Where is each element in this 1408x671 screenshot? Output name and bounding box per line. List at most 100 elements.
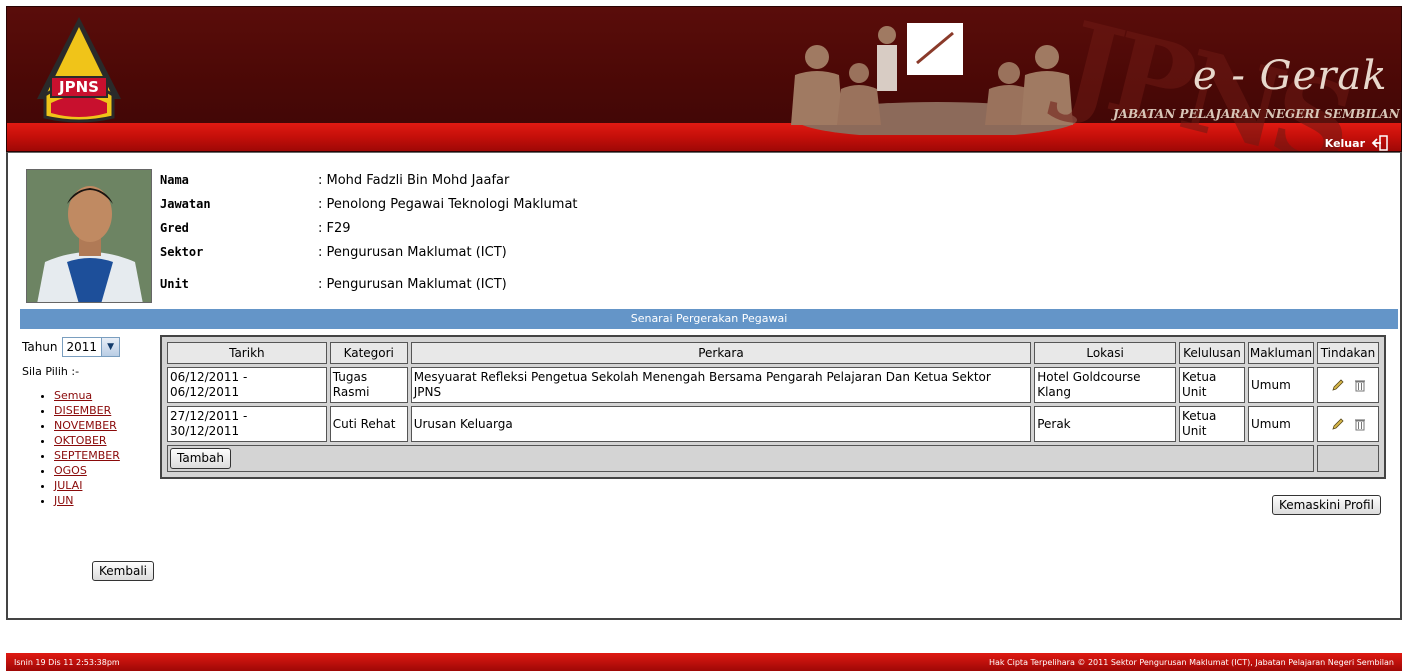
month-link-jun[interactable]: JUN <box>54 494 74 507</box>
year-select-value: 2011 <box>66 340 98 354</box>
approval-line: Unit <box>1182 385 1207 399</box>
list-item: JUN <box>54 493 162 508</box>
update-profile-button[interactable]: Kemaskini Profil <box>1272 495 1381 515</box>
profile-value: : F29 <box>318 221 351 236</box>
movement-table: Tarikh Kategori Perkara Lokasi Kelulusan… <box>160 335 1386 479</box>
logout-label: Keluar <box>1324 136 1365 150</box>
table-row: 27/12/2011 -30/12/2011 Cuti Rehat Urusan… <box>167 406 1379 442</box>
edit-icon[interactable] <box>1331 417 1345 431</box>
cell-makluman: Umum <box>1247 406 1314 442</box>
cell-perkara: Mesyuarat Refleksi Pengetua Sekolah Mene… <box>410 367 1032 403</box>
logout-icon <box>1371 135 1389 151</box>
column-header-kelulusan: Kelulusan <box>1179 342 1245 364</box>
month-list: Semua DISEMBER NOVEMBER OKTOBER SEPTEMBE… <box>22 388 162 508</box>
date-to: 30/12/2011 <box>170 424 240 438</box>
month-link-ogos[interactable]: OGOS <box>54 464 87 477</box>
cell-kelulusan: Ketua Unit <box>1179 406 1245 442</box>
cell-tarikh: 06/12/2011 -06/12/2011 <box>167 367 327 403</box>
delete-icon[interactable] <box>1353 417 1367 431</box>
row-actions <box>1320 417 1378 431</box>
profile-label: Unit <box>160 277 189 291</box>
back-button[interactable]: Kembali <box>92 561 154 581</box>
logout-button[interactable]: Keluar <box>1325 135 1389 151</box>
approval-line: Unit <box>1182 424 1207 438</box>
cell-lokasi: Hotel Goldcourse Klang <box>1034 367 1177 403</box>
chevron-down-icon[interactable]: ▼ <box>101 338 120 356</box>
location-line: Klang <box>1037 385 1071 399</box>
approval-line: Ketua <box>1182 370 1217 384</box>
profile-value: : Pengurusan Maklumat (ICT) <box>318 245 507 260</box>
matter-line: JPNS <box>413 385 442 399</box>
list-item: NOVEMBER <box>54 418 162 433</box>
main-panel: Nama : Mohd Fadzli Bin Mohd Jaafar Jawat… <box>6 152 1402 620</box>
year-select[interactable]: 2011 ▼ <box>61 337 121 357</box>
profile-label: Gred <box>160 221 189 235</box>
jpns-logo: JPNS <box>37 17 121 123</box>
delete-icon[interactable] <box>1353 378 1367 392</box>
cell-perkara: Urusan Keluarga <box>410 406 1032 442</box>
month-link-disember[interactable]: DISEMBER <box>54 404 111 417</box>
footer-datetime: Isnin 19 Dis 11 2:53:38pm <box>14 657 120 667</box>
brand-subtitle: JABATAN PELAJARAN NEGERI SEMBILAN <box>1113 107 1400 121</box>
approval-line: Ketua <box>1182 409 1217 423</box>
date-to: 06/12/2011 <box>170 385 240 399</box>
list-item: SEPTEMBER <box>54 448 162 463</box>
row-actions <box>1320 378 1378 392</box>
table-header-row: Tarikh Kategori Perkara Lokasi Kelulusan… <box>167 342 1379 364</box>
date-from: 06/12/2011 - <box>170 370 248 384</box>
profile-label: Sektor <box>160 245 204 259</box>
year-filter: Tahun 2011 ▼ <box>22 337 162 357</box>
profile-value: : Pengurusan Maklumat (ICT) <box>318 277 507 292</box>
column-header-makluman: Makluman <box>1247 342 1314 364</box>
location-line: Hotel Goldcourse <box>1037 370 1141 384</box>
cell-lokasi: Perak <box>1034 406 1177 442</box>
month-link-semua[interactable]: Semua <box>54 389 92 402</box>
year-label: Tahun <box>22 340 58 354</box>
date-from: 27/12/2011 - <box>170 409 248 423</box>
cell-tarikh: 27/12/2011 -30/12/2011 <box>167 406 327 442</box>
cell-tindakan <box>1316 367 1379 403</box>
column-header-perkara: Perkara <box>410 342 1032 364</box>
column-header-tarikh: Tarikh <box>167 342 327 364</box>
footer-bar: Isnin 19 Dis 11 2:53:38pm Hak Cipta Terp… <box>6 653 1402 671</box>
page: JPNS JPNS e - Gerak JABATAN PELAJARAN NE… <box>0 0 1408 671</box>
list-item: DISEMBER <box>54 403 162 418</box>
month-link-september[interactable]: SEPTEMBER <box>54 449 120 462</box>
pick-label: Sila Pilih :- <box>22 365 80 378</box>
filter-panel: Tahun 2011 ▼ Sila Pilih :- Semua DISEMBE… <box>22 337 162 581</box>
header-banner: JPNS JPNS e - Gerak JABATAN PELAJARAN NE… <box>6 6 1402 152</box>
add-cell: Tambah <box>167 445 1314 472</box>
month-link-oktober[interactable]: OKTOBER <box>54 434 107 447</box>
column-header-kategori: Kategori <box>329 342 408 364</box>
column-header-tindakan: Tindakan <box>1316 342 1379 364</box>
list-item: JULAI <box>54 478 162 493</box>
section-title-bar: Senarai Pergerakan Pegawai <box>20 309 1398 329</box>
list-item: OGOS <box>54 463 162 478</box>
category-line: Rasmi <box>332 385 370 399</box>
list-item: Semua <box>54 388 162 403</box>
meeting-illustration <box>791 23 1077 135</box>
profile-value: : Mohd Fadzli Bin Mohd Jaafar <box>318 173 510 188</box>
footer-copyright: Hak Cipta Terpelihara © 2011 Sektor Peng… <box>988 657 1394 667</box>
profile-photo <box>26 169 152 303</box>
cell-kategori: Tugas Rasmi <box>329 367 408 403</box>
cell-makluman: Umum <box>1247 367 1314 403</box>
month-link-julai[interactable]: JULAI <box>54 479 82 492</box>
profile-label: Nama <box>160 173 189 187</box>
empty-cell <box>1316 445 1379 472</box>
matter-line: Mesyuarat Refleksi Pengetua Sekolah Mene… <box>413 370 991 384</box>
list-item: OKTOBER <box>54 433 162 448</box>
cell-kelulusan: Ketua Unit <box>1179 367 1245 403</box>
table-footer-row: Tambah <box>167 445 1379 472</box>
add-button[interactable]: Tambah <box>170 448 231 469</box>
column-header-lokasi: Lokasi <box>1034 342 1177 364</box>
cell-kategori: Cuti Rehat <box>329 406 408 442</box>
profile-label: Jawatan <box>160 197 211 211</box>
profile-value: : Penolong Pegawai Teknologi Maklumat <box>318 197 578 212</box>
month-link-november[interactable]: NOVEMBER <box>54 419 117 432</box>
edit-icon[interactable] <box>1331 378 1345 392</box>
brand-title: e - Gerak <box>1193 53 1388 99</box>
logo-text: JPNS <box>58 78 99 96</box>
table-row: 06/12/2011 -06/12/2011 Tugas Rasmi Mesyua… <box>167 367 1379 403</box>
category-line: Tugas <box>332 370 368 384</box>
